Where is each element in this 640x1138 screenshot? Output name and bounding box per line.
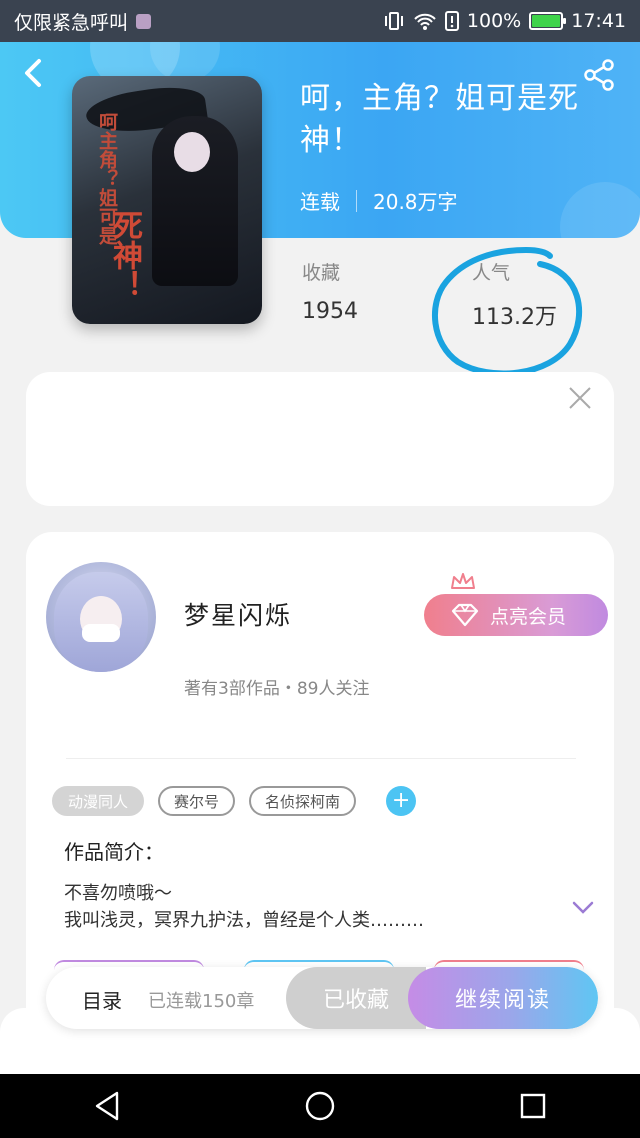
battery-percent: 100% — [466, 10, 522, 32]
close-icon — [569, 387, 591, 409]
chevron-left-icon — [25, 59, 41, 87]
book-status: 连载 — [300, 190, 340, 214]
book-title: 呵，主角？姐可是死神！ — [300, 81, 579, 158]
vibrate-icon — [384, 12, 403, 30]
character-face — [174, 132, 210, 172]
ad-close-button[interactable] — [568, 386, 592, 416]
carrier-text: 仅限紧急呼叫 — [14, 11, 129, 34]
cover-title-big: 死神！ — [107, 210, 142, 300]
system-nav-bar — [0, 1074, 640, 1138]
status-bar: 仅限紧急呼叫 100% 17:41 — [0, 0, 640, 42]
vip-button-label: 点亮会员 — [490, 605, 567, 628]
book-meta: 连载 20.8万字 — [300, 186, 458, 215]
add-tag-button[interactable]: + — [386, 786, 417, 816]
author-works-info: 著有3部作品・89人关注 — [184, 679, 370, 699]
hand-drawn-circle-annotation — [432, 246, 583, 377]
author-avatar[interactable] — [46, 562, 156, 672]
tag-list: 动漫同人 赛尔号 名侦探柯南 + — [52, 786, 417, 816]
intro-line: 不喜勿喷哦～ — [64, 883, 172, 904]
crown-icon — [451, 573, 475, 589]
tag-item[interactable]: 赛尔号 — [158, 786, 236, 816]
divider — [66, 758, 576, 759]
diamond-icon — [451, 603, 479, 627]
intro-line: 我叫浅灵，冥界九护法，曾经是个人类……… — [64, 910, 424, 931]
expand-intro-button[interactable] — [572, 896, 594, 920]
square-recents-icon — [521, 1093, 546, 1119]
circle-home-icon — [305, 1091, 335, 1121]
favorites-stat: 收藏 1954 — [302, 258, 358, 324]
battery-icon — [529, 12, 567, 30]
favorites-label: 收藏 — [302, 262, 341, 284]
nav-recents-button[interactable] — [513, 1086, 553, 1126]
avatar-mask — [82, 624, 120, 642]
intro-heading: 作品简介： — [64, 840, 164, 864]
vip-button[interactable]: 点亮会员 — [424, 594, 608, 636]
intro-text: 不喜勿喷哦～ 我叫浅灵，冥界九护法，曾经是个人类……… — [64, 880, 544, 934]
sim-alert-icon — [444, 11, 459, 31]
chapter-count[interactable]: 已连载150章 — [148, 987, 254, 1013]
clock: 17:41 — [571, 10, 626, 32]
triangle-back-icon — [95, 1091, 118, 1121]
meta-divider — [356, 189, 357, 212]
favorites-value: 1954 — [302, 299, 358, 324]
tag-item[interactable]: 名侦探柯南 — [249, 786, 357, 816]
book-cover[interactable]: 呵主角？姐可是 死神！ — [72, 76, 262, 324]
favorited-button[interactable]: 已收藏 — [286, 967, 426, 1029]
nav-back-button[interactable] — [87, 1086, 127, 1126]
wifi-icon — [414, 13, 436, 30]
ad-banner[interactable] — [26, 372, 614, 506]
word-count: 20.8万字 — [373, 190, 458, 214]
bottom-action-bar: 目录 已连载150章 已收藏 继续阅读 — [46, 967, 598, 1029]
author-name[interactable]: 梦星闪烁 — [184, 596, 292, 632]
nav-home-button[interactable] — [300, 1086, 340, 1126]
notification-icon — [136, 13, 152, 29]
tag-item[interactable]: 动漫同人 — [52, 786, 145, 816]
toc-button[interactable]: 目录 — [82, 985, 122, 1014]
chevron-down-icon — [572, 901, 594, 914]
back-button[interactable] — [22, 58, 44, 94]
continue-reading-button[interactable]: 继续阅读 — [408, 967, 598, 1029]
